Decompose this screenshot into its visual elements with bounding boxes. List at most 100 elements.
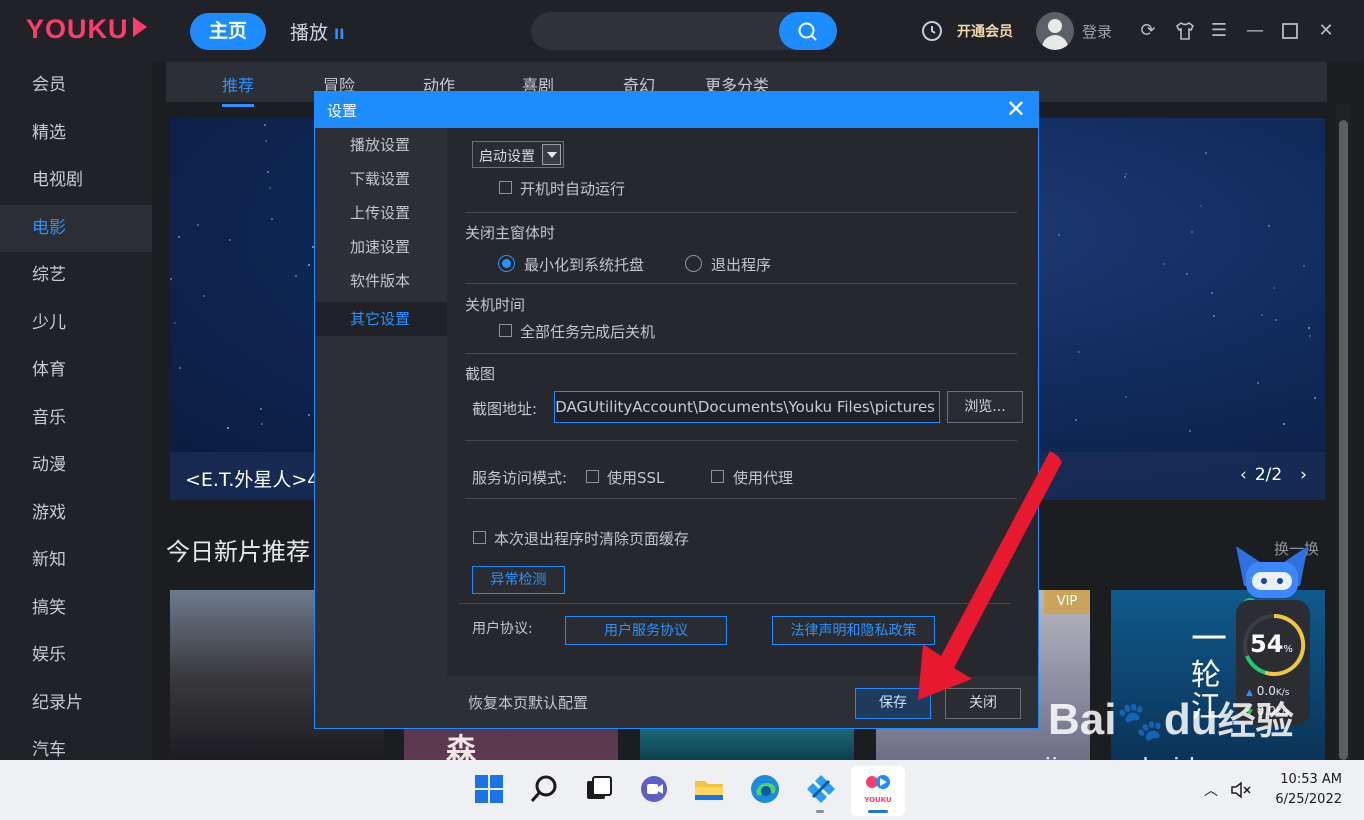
banner-star [264, 124, 266, 126]
skin-icon[interactable] [1174, 20, 1196, 42]
banner-star [227, 427, 229, 429]
banner-star [1275, 319, 1277, 321]
divider [465, 440, 1017, 441]
pause-icon: II [334, 27, 345, 43]
dialog-title: 设置 [327, 102, 358, 120]
divider [459, 603, 1011, 604]
sidebar-item[interactable]: 会员 [0, 62, 152, 110]
scrollbar-thumb[interactable] [1339, 120, 1348, 760]
settings-nav-item[interactable]: 软件版本 [315, 264, 447, 298]
windows-start-icon[interactable] [472, 772, 506, 806]
sidebar-item[interactable]: 精选 [0, 110, 152, 158]
tray-chevron-up-icon[interactable]: ︿ [1204, 780, 1218, 800]
search-bar[interactable] [531, 12, 837, 50]
sidebar-item[interactable]: 电影 [0, 204, 152, 252]
sidebar-item[interactable]: 新知 [0, 537, 152, 585]
screenshot-path-value: C:\Users\WDAGUtilityAccount\Documents\Yo… [555, 398, 935, 416]
sidebar-item[interactable]: 游戏 [0, 490, 152, 538]
dialog-close-icon[interactable]: ✕ [1006, 96, 1026, 122]
select-label: 启动设置 [479, 149, 535, 165]
banner-star [308, 264, 310, 266]
banner-star [178, 236, 180, 238]
nav-home-tab[interactable]: 主页 [190, 13, 266, 50]
menu-icon[interactable]: ☰ [1208, 20, 1230, 42]
system-clock[interactable]: 10:53 AM 6/25/2022 [1270, 770, 1342, 810]
logo-play-icon [132, 17, 147, 37]
banner-star [1125, 396, 1127, 398]
file-explorer-icon[interactable] [692, 772, 726, 806]
screenshot-path-label: 截图地址: [472, 400, 538, 418]
task-view-icon[interactable] [582, 772, 616, 806]
settings-nav-item[interactable]: 加速设置 [315, 230, 447, 264]
open-vip-link[interactable]: 开通会员 [957, 21, 1013, 41]
next-arrow-icon[interactable]: › [1300, 465, 1307, 485]
divider [465, 498, 1017, 499]
proxy-label: 使用代理 [733, 469, 794, 487]
sidebar-item[interactable]: 综艺 [0, 252, 152, 300]
banner-star [203, 295, 205, 297]
login-link[interactable]: 登录 [1082, 21, 1112, 42]
top-bar: YOUKU 主页 播放 II 开通会员 登录 ⟳ ☰ — ✕ [0, 0, 1364, 62]
sidebar-item[interactable]: 电视剧 [0, 157, 152, 205]
snipping-tool-icon[interactable] [804, 772, 838, 806]
sidebar-item[interactable]: 少儿 [0, 300, 152, 348]
prev-arrow-icon[interactable]: ‹ [1240, 465, 1247, 485]
save-button[interactable]: 保存 [855, 688, 931, 719]
close-button[interactable]: 关闭 [945, 688, 1021, 719]
banner-star [1257, 382, 1259, 384]
legal-privacy-button[interactable]: 法律声明和隐私政策 [772, 616, 935, 645]
sidebar-item[interactable]: 体育 [0, 347, 152, 395]
divider [465, 353, 1017, 354]
banner-star [271, 218, 273, 220]
minimize-icon[interactable]: — [1244, 20, 1266, 42]
active-indicator [868, 810, 888, 813]
browse-button[interactable]: 浏览... [947, 391, 1023, 423]
sidebar-item[interactable]: 音乐 [0, 395, 152, 443]
settings-nav-item[interactable]: 播放设置 [315, 128, 447, 162]
settings-nav-item[interactable]: 下载设置 [315, 162, 447, 196]
banner-star [1261, 314, 1263, 316]
tab-recommend[interactable]: 推荐 [222, 72, 255, 107]
banner-star [295, 275, 297, 277]
banner-star [1308, 327, 1310, 329]
shutdown-checkbox[interactable] [499, 324, 512, 337]
clear-cache-checkbox[interactable] [473, 531, 486, 544]
chevron-down-icon [542, 144, 561, 165]
nav-play-tab[interactable]: 播放 II [290, 18, 344, 45]
exit-radio[interactable] [685, 255, 702, 272]
maximize-icon[interactable] [1279, 20, 1301, 42]
sidebar-item[interactable]: 娱乐 [0, 632, 152, 680]
history-icon[interactable] [921, 20, 943, 42]
window-close-icon[interactable]: ✕ [1315, 20, 1337, 42]
refresh-icon[interactable]: ⟳ [1137, 20, 1159, 42]
volume-muted-icon[interactable] [1230, 780, 1252, 800]
banner-star [1309, 335, 1311, 337]
banner-star [1078, 351, 1080, 353]
diagnose-button[interactable]: 异常检测 [472, 566, 565, 594]
autostart-checkbox[interactable] [499, 181, 512, 194]
sidebar-item[interactable]: 搞笑 [0, 585, 152, 633]
vip-badge: VIP [1044, 590, 1090, 614]
settings-nav-item[interactable]: 上传设置 [315, 196, 447, 230]
minimize-radio[interactable] [498, 255, 515, 272]
edge-browser-icon[interactable] [748, 772, 782, 806]
section-title: 今日新片推荐 [166, 538, 310, 566]
ssl-checkbox[interactable] [586, 470, 599, 483]
banner-star [1283, 423, 1285, 425]
settings-nav-item[interactable]: 其它设置 [315, 302, 447, 336]
youku-logo[interactable]: YOUKU [26, 14, 147, 45]
proxy-checkbox[interactable] [711, 470, 724, 483]
search-button[interactable] [779, 12, 837, 50]
taskbar-search-icon[interactable] [528, 772, 562, 806]
avatar[interactable] [1036, 12, 1074, 50]
sidebar-item[interactable]: 动漫 [0, 442, 152, 490]
screenshot-heading: 截图 [465, 365, 496, 383]
screenshot-path-input[interactable]: C:\Users\WDAGUtilityAccount\Documents\Yo… [554, 391, 940, 423]
sidebar-item[interactable]: 纪录片 [0, 680, 152, 728]
restore-default-link[interactable]: 恢复本页默认配置 [468, 692, 588, 713]
startup-settings-select[interactable]: 启动设置 [472, 141, 564, 168]
user-agreement-button[interactable]: 用户服务协议 [565, 616, 727, 645]
teams-chat-icon[interactable] [637, 772, 671, 806]
banner-title[interactable]: <E.T.外星人>4 [185, 465, 319, 492]
dialog-header[interactable]: 设置 ✕ [315, 92, 1038, 128]
